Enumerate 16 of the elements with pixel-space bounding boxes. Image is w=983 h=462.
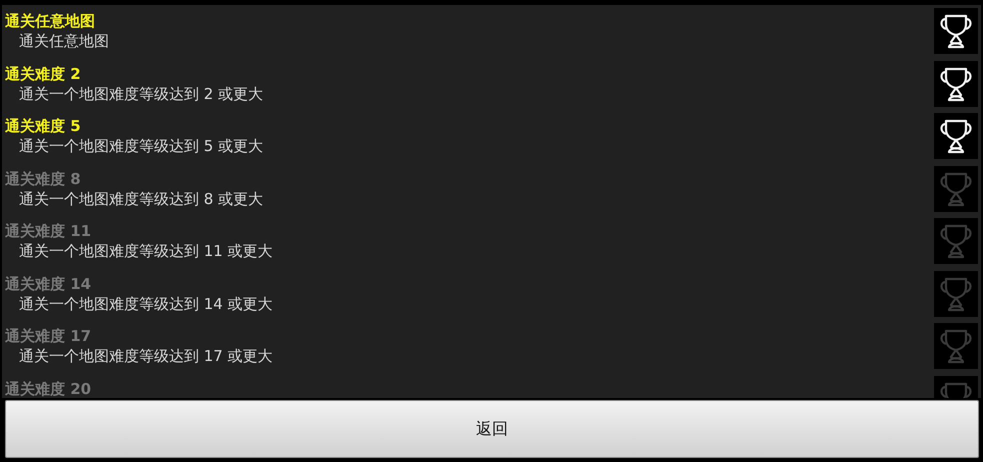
achievement-description: 通关一个地图难度等级达到 2 或更大: [18, 84, 264, 104]
achievement-description: 通关一个地图难度等级达到 17 或更大: [18, 346, 273, 366]
achievement-title: 通关难度 17: [5, 326, 92, 346]
achievement-description: 通关一个地图难度等级达到 14 或更大: [18, 294, 273, 314]
achievement-title: 通关难度 20: [5, 378, 92, 398]
achievement-title: 通关难度 2: [5, 64, 82, 84]
achievement-description: 通关一个地图难度等级达到 5 或更大: [18, 136, 264, 156]
achievement-title: 通关难度 14: [5, 274, 92, 294]
achievement-description: 通关一个地图难度等级达到 8 或更大: [18, 188, 264, 208]
achievement-title: 通关难度 5: [5, 116, 82, 136]
achievement-title: 通关难度 8: [5, 168, 82, 188]
achievement-title: 通关任意地图: [5, 11, 96, 31]
back-button[interactable]: 返回: [5, 400, 979, 458]
achievement-description: 通关任意地图: [18, 31, 109, 51]
achievement-title: 通关难度 11: [5, 221, 92, 241]
achievement-description: 通关一个地图难度等级达到 11 或更大: [18, 241, 273, 261]
